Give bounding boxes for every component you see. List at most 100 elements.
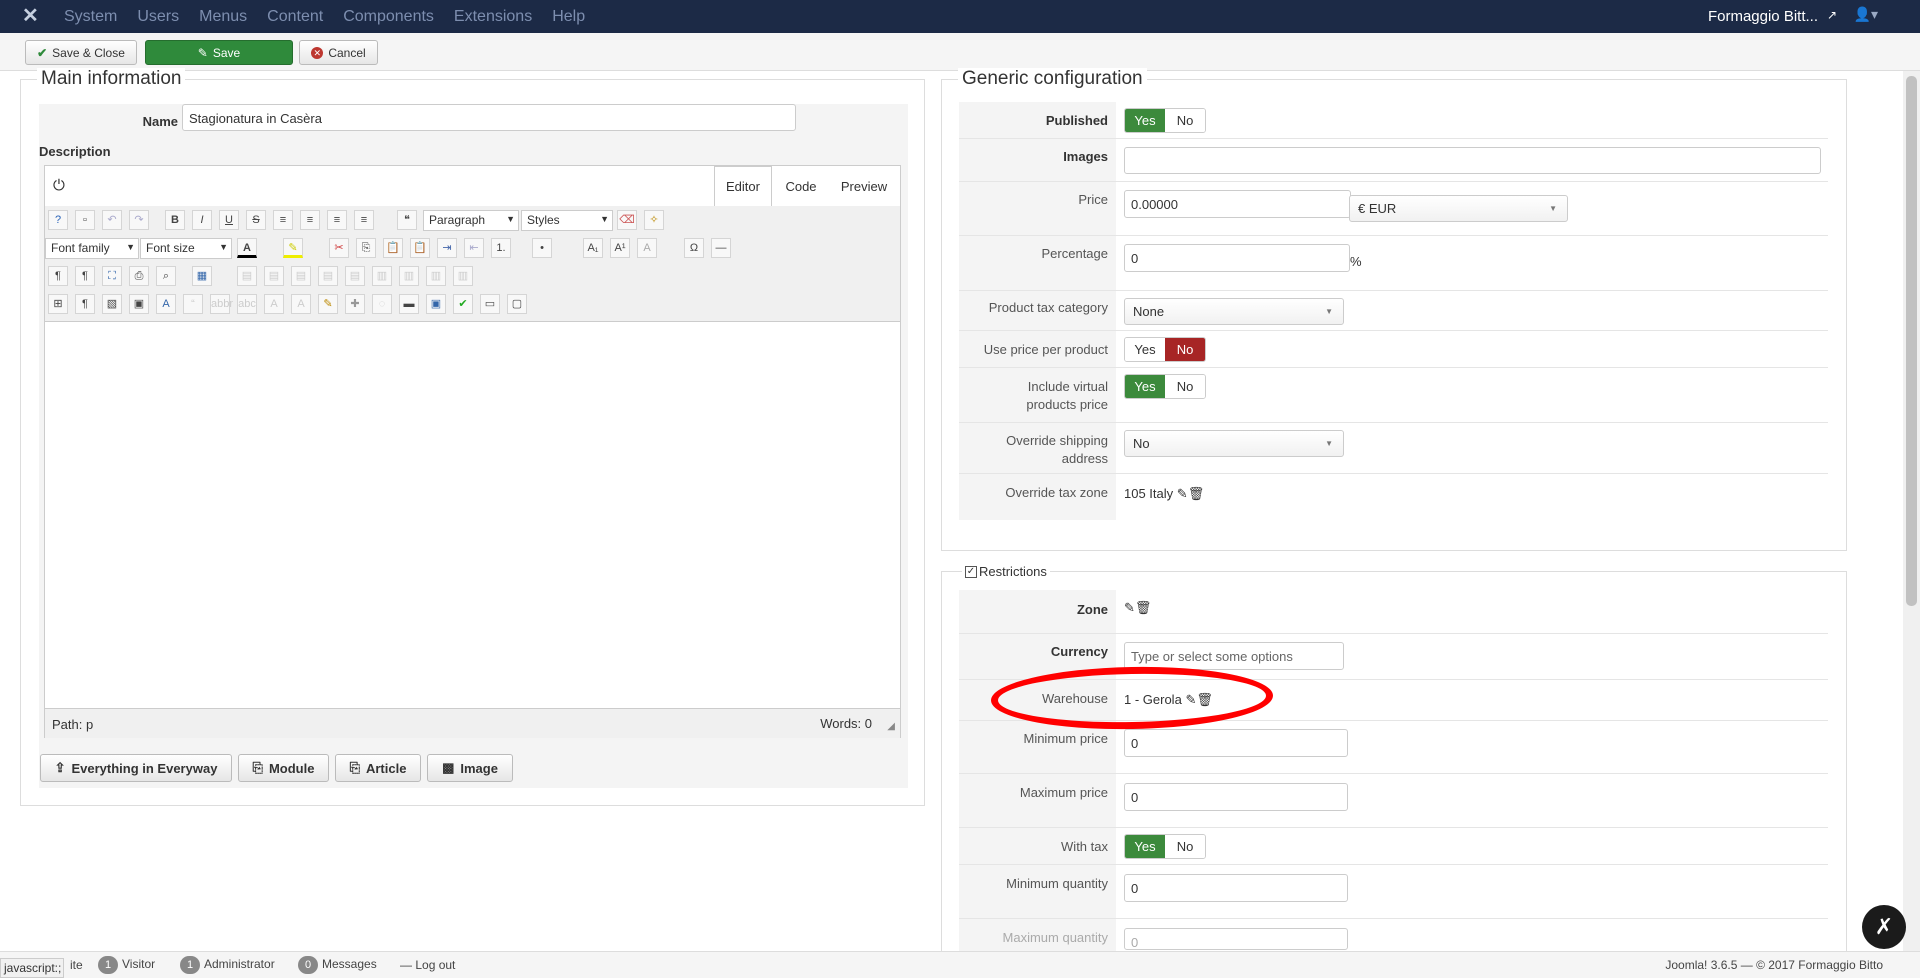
restrictions-checkbox[interactable]: ✓ xyxy=(965,565,977,578)
align-center-icon[interactable]: ≡ xyxy=(300,210,320,230)
published-no[interactable]: No xyxy=(1165,109,1205,132)
layer-icon[interactable]: ✚ xyxy=(345,294,365,314)
media-icon[interactable]: ▣ xyxy=(426,294,446,314)
percentage-input[interactable]: 0 xyxy=(1124,244,1350,272)
del-icon[interactable]: A xyxy=(264,294,284,314)
nonbreaking-icon[interactable]: ▭ xyxy=(480,294,500,314)
absolute-icon[interactable]: ◌ xyxy=(372,294,392,314)
edit-pencil-icon[interactable]: ✎ xyxy=(1124,600,1135,615)
trash-icon[interactable]: 🗑 xyxy=(1188,486,1205,501)
ltr-icon[interactable]: ¶ xyxy=(48,266,68,286)
menu-content[interactable]: Content xyxy=(267,8,323,26)
menu-help[interactable]: Help xyxy=(552,8,585,26)
menu-extensions[interactable]: Extensions xyxy=(454,8,532,26)
price-input[interactable]: 0.00000 xyxy=(1124,190,1351,218)
table-row-props-icon[interactable]: ▤ xyxy=(237,266,257,286)
search-replace-icon[interactable]: ⌕ xyxy=(156,266,176,286)
underline-icon[interactable]: U xyxy=(219,210,239,230)
eraser-icon[interactable]: ⌫ xyxy=(617,210,637,230)
blockquote-icon[interactable]: ❝ xyxy=(397,210,417,230)
spellcheck-icon[interactable]: ✔ xyxy=(453,294,473,314)
min-quantity-input[interactable]: 0 xyxy=(1124,874,1348,902)
use-price-yes[interactable]: Yes xyxy=(1125,338,1165,361)
with-tax-yes[interactable]: Yes xyxy=(1125,835,1165,858)
bold-icon[interactable]: B xyxy=(165,210,185,230)
published-yes[interactable]: Yes xyxy=(1125,109,1165,132)
attributes-icon[interactable]: ✎ xyxy=(318,294,338,314)
everything-in-everyway-button[interactable]: ⇪ Everything in Everyway xyxy=(40,754,232,782)
image-insert-icon[interactable]: ▣ xyxy=(129,294,149,314)
highlight-color-icon[interactable]: ✎ xyxy=(283,238,303,258)
trash-icon[interactable]: 🗑 xyxy=(1135,600,1152,615)
copy-icon[interactable]: ⎘ xyxy=(356,238,376,258)
insert-col-before-icon[interactable]: ▥ xyxy=(372,266,392,286)
virtual-no[interactable]: No xyxy=(1165,375,1205,398)
table-icon[interactable]: ▦ xyxy=(192,266,212,286)
new-document-icon[interactable]: ▫ xyxy=(75,210,95,230)
ins-icon[interactable]: A xyxy=(291,294,311,314)
resize-handle-icon[interactable]: ◢ xyxy=(887,721,895,732)
horizontal-rule-icon[interactable]: — xyxy=(711,238,731,258)
min-price-input[interactable]: 0 xyxy=(1124,729,1348,757)
cut-icon[interactable]: ✂ xyxy=(329,238,349,258)
font-family-select[interactable]: Font family ▼ xyxy=(45,238,139,259)
align-left-icon[interactable]: ≡ xyxy=(327,210,347,230)
logout-link[interactable]: — Log out xyxy=(400,958,455,972)
help-icon[interactable]: ? xyxy=(48,210,68,230)
font-size-select[interactable]: Font size ▼ xyxy=(140,238,232,259)
save-close-button[interactable]: ✔ Save & Close xyxy=(25,40,137,65)
module-button[interactable]: ⎘ Module xyxy=(238,754,329,782)
save-button[interactable]: ✎ Save xyxy=(145,40,293,65)
redo-icon[interactable]: ↷ xyxy=(129,210,149,230)
scrollbar-thumb[interactable] xyxy=(1906,76,1917,606)
superscript-icon[interactable]: A¹ xyxy=(610,238,630,258)
rtl-icon[interactable]: ¶ xyxy=(75,266,95,286)
shipping-address-select[interactable]: No ▼ xyxy=(1124,430,1344,457)
messages-status[interactable]: 0 Messages xyxy=(298,956,377,974)
menu-users[interactable]: Users xyxy=(137,8,179,26)
menu-system[interactable]: System xyxy=(64,8,117,26)
pagebreak-icon[interactable]: ▬ xyxy=(399,294,419,314)
clean-icon[interactable]: ✧ xyxy=(644,210,664,230)
with-tax-toggle[interactable]: Yes No xyxy=(1124,834,1206,859)
acronym-icon[interactable]: abc xyxy=(237,294,257,314)
max-price-input[interactable]: 0 xyxy=(1124,783,1348,811)
insert-col-after-icon[interactable]: ▥ xyxy=(399,266,419,286)
toggle-editor-icon[interactable]: ⏻ xyxy=(53,177,65,194)
paste-text-icon[interactable]: 📋 xyxy=(410,238,430,258)
menu-components[interactable]: Components xyxy=(343,8,434,26)
article-button[interactable]: ⎘ Article xyxy=(335,754,421,782)
text-color-icon[interactable]: A xyxy=(237,238,257,258)
unordered-list-icon[interactable]: • xyxy=(532,238,552,258)
tax-category-select[interactable]: None ▼ xyxy=(1124,298,1344,325)
tab-code[interactable]: Code xyxy=(772,166,830,206)
max-quantity-input[interactable]: 0 xyxy=(1124,928,1348,950)
anchor-icon[interactable]: ▢ xyxy=(507,294,527,314)
insert-row-after-icon[interactable]: ▤ xyxy=(318,266,338,286)
currency-select[interactable]: € EUR ▼ xyxy=(1349,195,1568,222)
with-tax-no[interactable]: No xyxy=(1165,835,1205,858)
fullscreen-icon[interactable]: ⛶ xyxy=(102,266,122,286)
tab-preview[interactable]: Preview xyxy=(830,166,898,206)
joomla-floating-icon[interactable]: ✗ xyxy=(1862,905,1906,949)
ordered-list-icon[interactable]: 1. xyxy=(491,238,511,258)
italic-icon[interactable]: I xyxy=(192,210,212,230)
view-site-link[interactable]: ite xyxy=(70,958,83,972)
print-icon[interactable]: ⎙ xyxy=(129,266,149,286)
site-link[interactable]: Formaggio Bitt... xyxy=(1708,8,1818,25)
use-price-no[interactable]: No xyxy=(1165,338,1205,361)
editor-content-area[interactable] xyxy=(45,322,900,708)
images-input[interactable] xyxy=(1124,147,1821,174)
cite-icon[interactable]: “ xyxy=(183,294,203,314)
template-icon[interactable]: ▧ xyxy=(102,294,122,314)
paste-icon[interactable]: 📋 xyxy=(383,238,403,258)
styles-select[interactable]: Styles ▼ xyxy=(521,210,613,231)
split-cells-icon[interactable]: ▥ xyxy=(453,266,473,286)
text-direction-icon[interactable]: A xyxy=(637,238,657,258)
special-char-icon[interactable]: Ω xyxy=(684,238,704,258)
virtual-yes[interactable]: Yes xyxy=(1125,375,1165,398)
published-toggle[interactable]: Yes No xyxy=(1124,108,1206,133)
paragraph-select[interactable]: Paragraph ▼ xyxy=(423,210,519,231)
delete-col-icon[interactable]: ▥ xyxy=(426,266,446,286)
name-input[interactable]: Stagionatura in Casèra xyxy=(182,104,796,131)
